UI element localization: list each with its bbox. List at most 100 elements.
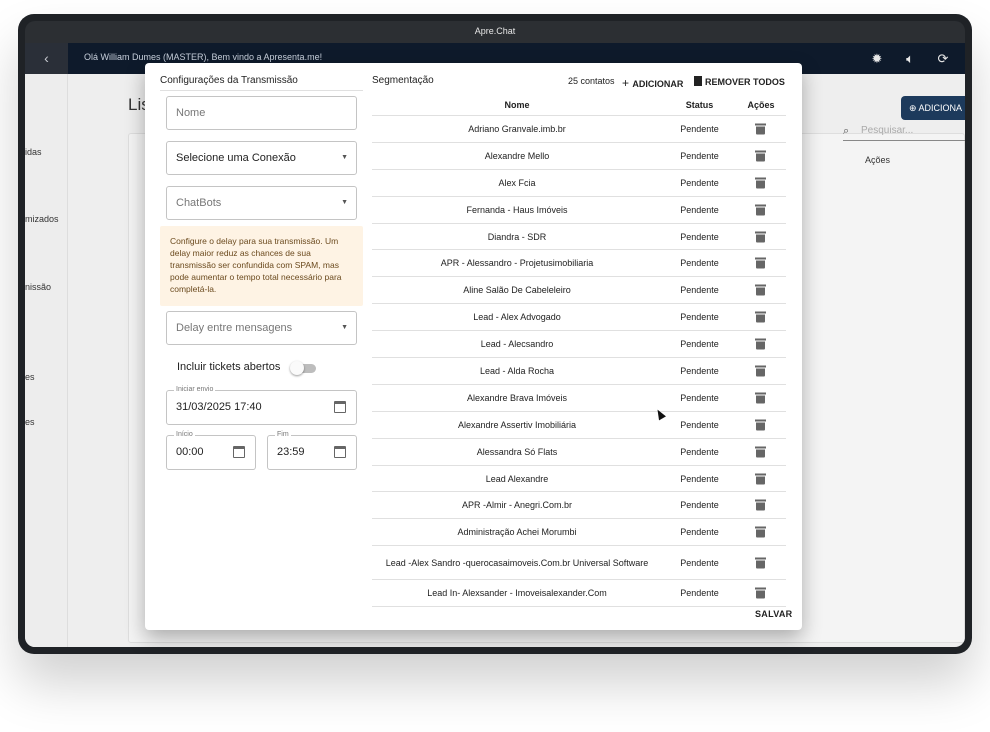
- contact-status: Pendente: [680, 588, 719, 599]
- delay-select-label: Delay entre mensagens: [176, 322, 293, 334]
- save-button[interactable]: SALVAR: [755, 609, 792, 619]
- contact-name: Alexandre Mello: [484, 150, 550, 161]
- column-header-actions: Ações: [865, 155, 891, 165]
- delete-icon[interactable]: [755, 284, 766, 296]
- include-tickets-label: Incluir tickets abertos: [177, 361, 281, 373]
- contact-status: Pendente: [680, 473, 719, 484]
- plus-icon: +: [622, 76, 633, 90]
- contact-name: APR - Alessandro - Projetusimobiliaria: [440, 258, 594, 269]
- table-body: Adriano Granvale.imb.br Pendente Alexandre…: [372, 116, 786, 608]
- delete-icon[interactable]: [755, 338, 766, 350]
- start-time-input[interactable]: Início 00:00: [166, 430, 256, 470]
- add-contact-button[interactable]: + ADICIONAR: [622, 76, 683, 90]
- contact-name: Alessandra Só Flats: [476, 446, 558, 457]
- delete-icon[interactable]: [755, 392, 766, 404]
- delete-icon[interactable]: [755, 123, 766, 135]
- trash-icon: [694, 76, 702, 86]
- contact-name: Alexandre Brava Imóveis: [466, 392, 568, 403]
- sidebar-item[interactable]: es: [25, 417, 35, 427]
- column-header-actions: Ações: [747, 100, 775, 110]
- add-button[interactable]: ⊕ ADICIONA: [901, 96, 965, 120]
- table-row: Lead Alexandre Pendente: [372, 466, 786, 493]
- start-send-label: Iniciar envio: [174, 385, 216, 395]
- table-row: Administração Achei Morumbi Pendente: [372, 519, 786, 547]
- delete-icon[interactable]: [755, 231, 766, 242]
- contact-name: Lead - Alecsandro: [480, 339, 554, 350]
- chevron-left-icon[interactable]: ‹: [25, 43, 68, 74]
- config-title: Configurações da Transmissão: [160, 75, 298, 86]
- delay-warning: Configure o delay para sua transmissão. …: [160, 226, 363, 306]
- contact-status: Pendente: [680, 231, 719, 242]
- start-send-input[interactable]: Iniciar envio 31/03/2025 17:40: [166, 385, 357, 425]
- calendar-icon[interactable]: [233, 446, 245, 458]
- table-row: Lead -Alex Sandro -querocasaimoveis.Com.…: [372, 546, 786, 581]
- contact-name: APR -Almir - Anegri.Com.br: [461, 500, 573, 511]
- contact-name: Alex Fcia: [498, 177, 536, 188]
- contacts-table: Nome Status Ações Adriano Granvale.imb.b…: [372, 94, 786, 608]
- remove-all-button[interactable]: REMOVER TODOS: [694, 76, 785, 87]
- delete-icon[interactable]: [755, 499, 766, 511]
- delete-icon[interactable]: [755, 419, 766, 431]
- contact-status: Pendente: [680, 123, 719, 134]
- table-row: APR -Almir - Anegri.Com.br Pendente: [372, 492, 786, 520]
- end-time-label: Fim: [275, 430, 291, 440]
- table-row: Alexandre Mello Pendente: [372, 143, 786, 170]
- search-placeholder: Pesquisar...: [861, 125, 914, 136]
- delete-icon[interactable]: [755, 365, 766, 377]
- sidebar-item[interactable]: es: [25, 372, 35, 382]
- start-time-label: Início: [174, 430, 195, 440]
- include-tickets-toggle[interactable]: [290, 361, 316, 375]
- delete-icon[interactable]: [755, 150, 766, 162]
- contact-name: Lead - Alda Rocha: [479, 365, 555, 376]
- theme-icon[interactable]: ✹: [868, 50, 886, 68]
- contact-status: Pendente: [680, 365, 719, 376]
- connection-select[interactable]: Selecione uma Conexão ▼: [166, 141, 357, 175]
- delete-icon[interactable]: [755, 257, 766, 269]
- chatbots-select-label: ChatBots: [176, 197, 222, 209]
- table-row: Alessandra Só Flats Pendente: [372, 439, 786, 466]
- end-time-value: 23:59: [277, 446, 305, 458]
- divider: [160, 90, 363, 91]
- contact-name: Aline Salão De Cabeleleiro: [463, 285, 571, 296]
- volume-icon[interactable]: 🔈︎: [901, 50, 919, 68]
- delete-icon[interactable]: [755, 311, 766, 323]
- contact-name: Lead Alexandre: [485, 473, 549, 484]
- table-row: Alexandre Brava Imóveis Pendente: [372, 385, 786, 412]
- contact-name: Fernanda - Haus Imóveis: [466, 204, 568, 215]
- delete-icon[interactable]: [755, 473, 766, 485]
- sidebar-item[interactable]: idas: [25, 147, 42, 157]
- delete-icon[interactable]: [755, 557, 766, 569]
- name-input[interactable]: Nome: [166, 96, 357, 130]
- delete-icon[interactable]: [755, 204, 766, 216]
- end-time-input[interactable]: Fim 23:59: [267, 430, 357, 470]
- contact-status: Pendente: [680, 285, 719, 296]
- contact-name: Lead In- Alexsander - Imoveisalexander.C…: [427, 588, 607, 599]
- contact-status: Pendente: [680, 500, 719, 511]
- delay-select[interactable]: Delay entre mensagens ▼: [166, 311, 357, 345]
- delete-icon[interactable]: [755, 587, 766, 599]
- column-header-status: Status: [685, 100, 714, 110]
- delete-icon[interactable]: [755, 177, 766, 189]
- contact-name: Lead - Alex Advogado: [473, 312, 561, 323]
- contact-status: Pendente: [680, 446, 719, 457]
- sidebar-item[interactable]: mizados: [25, 214, 59, 224]
- toggle-knob: [290, 361, 304, 375]
- refresh-icon[interactable]: ⟳: [934, 50, 952, 68]
- add-contact-label: ADICIONAR: [632, 79, 684, 89]
- search-input[interactable]: ⌕ Pesquisar...: [843, 123, 965, 141]
- connection-select-label: Selecione uma Conexão: [176, 152, 296, 164]
- start-send-value: 31/03/2025 17:40: [176, 401, 262, 413]
- calendar-icon[interactable]: [334, 401, 346, 413]
- delete-icon[interactable]: [755, 526, 766, 538]
- delete-icon[interactable]: [755, 446, 766, 458]
- plus-circle-icon: ⊕: [909, 103, 919, 113]
- contact-status: Pendente: [680, 258, 719, 269]
- table-row: Alexandre Assertiv Imobiliária Pendente: [372, 412, 786, 439]
- chevron-down-icon: ▼: [341, 324, 348, 331]
- chatbots-select[interactable]: ChatBots ▼: [166, 186, 357, 220]
- contact-status: Pendente: [680, 419, 719, 430]
- calendar-icon[interactable]: [334, 446, 346, 458]
- name-placeholder: Nome: [176, 107, 206, 119]
- contact-status: Pendente: [680, 339, 719, 350]
- sidebar-item[interactable]: nissão: [25, 282, 51, 292]
